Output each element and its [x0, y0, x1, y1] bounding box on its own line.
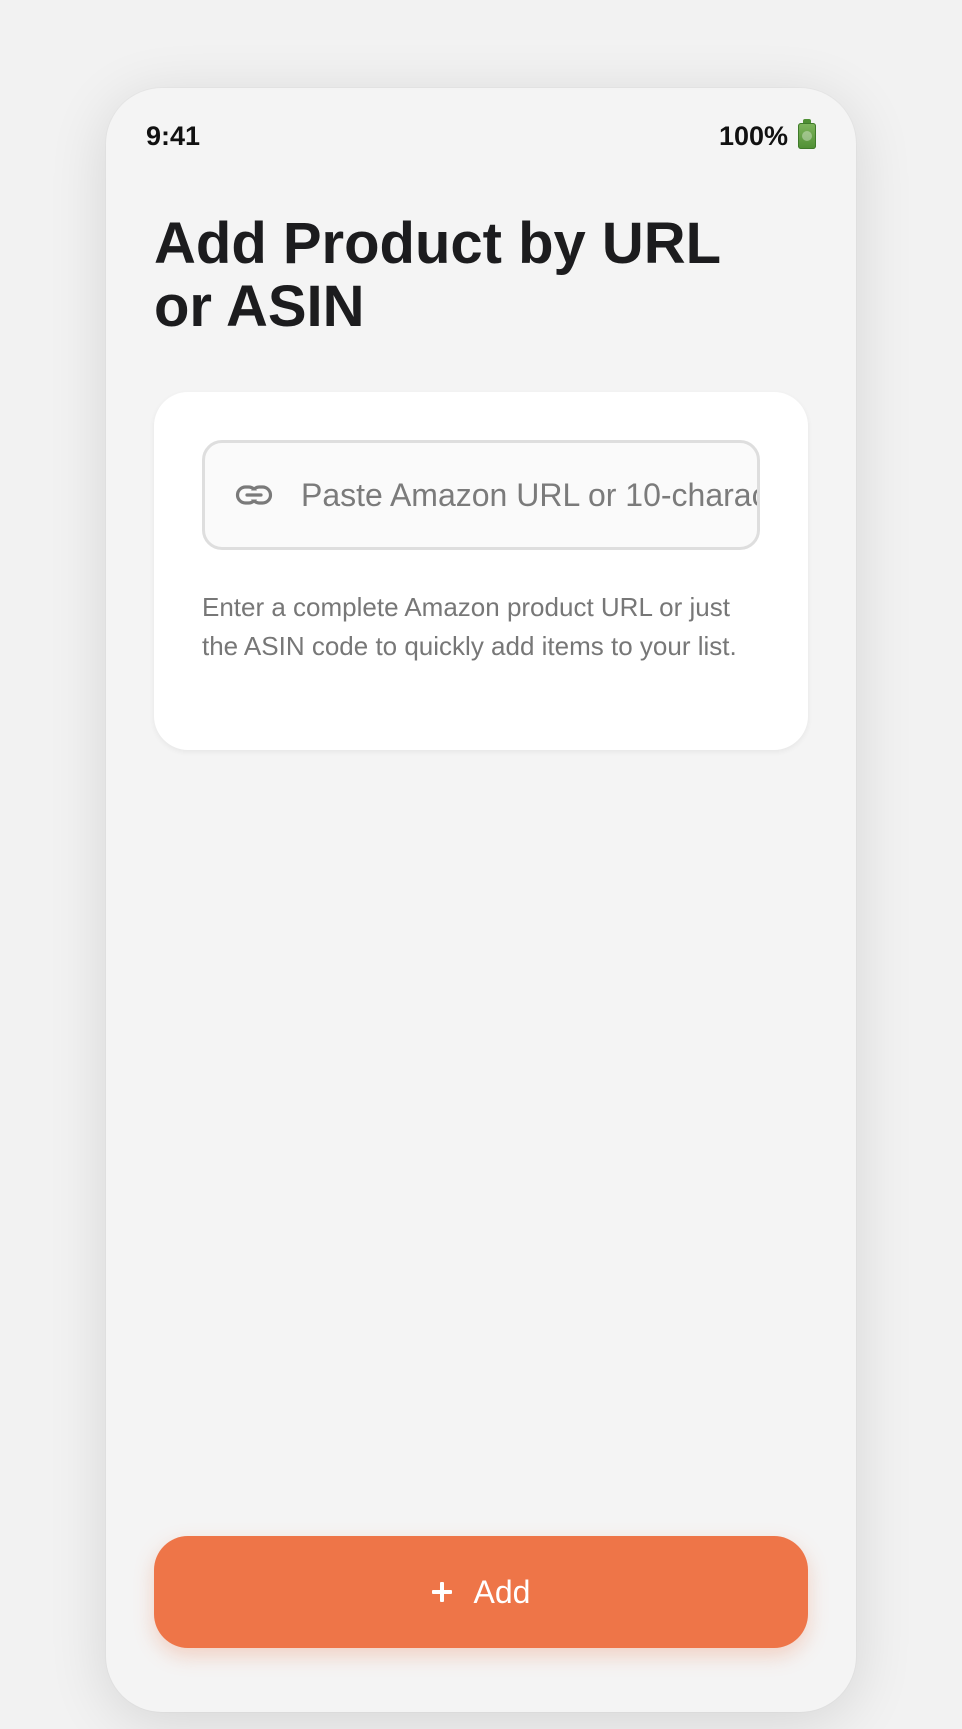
- status-right: 100%: [718, 119, 816, 152]
- battery-icon: [798, 119, 816, 149]
- help-text: Enter a complete Amazon product URL or j…: [202, 592, 737, 661]
- add-button[interactable]: Add: [154, 1536, 808, 1648]
- phone-frame: 9:41 100% Add Product by URL or ASIN Ent…: [106, 88, 856, 1712]
- status-bar: 9:41 100%: [146, 116, 816, 156]
- plus-icon: [431, 1582, 452, 1602]
- battery-percentage: 100%: [718, 120, 788, 151]
- url-asin-input[interactable]: [301, 476, 757, 514]
- status-time: 9:41: [146, 120, 201, 151]
- add-button-label: Add: [473, 1573, 531, 1610]
- input-card: Enter a complete Amazon product URL or j…: [154, 392, 808, 750]
- url-input-container[interactable]: [202, 440, 760, 550]
- page-title: Add Product by URL or ASIN: [154, 211, 721, 339]
- link-icon: [235, 483, 273, 507]
